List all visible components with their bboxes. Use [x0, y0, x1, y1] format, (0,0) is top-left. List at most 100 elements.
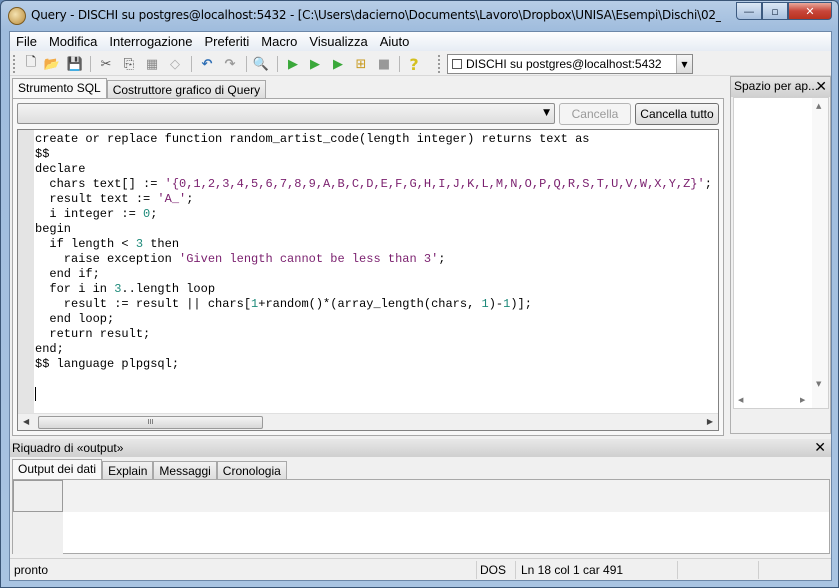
chevron-down-icon[interactable]: ▼ — [676, 55, 692, 73]
menu-interrogazione[interactable]: Interrogazione — [103, 32, 198, 51]
status-divider — [758, 561, 759, 579]
toolbar: 🗋 📂 💾 ✂ ⎘ ▦ ◇ ↶ ↷ 🔍 ▶ ▶ ▶ ⊞ ■ ? DISCHI s — [10, 52, 831, 76]
data-output-grid[interactable] — [12, 479, 830, 554]
status-bar: pronto DOS Ln 18 col 1 car 491 — [10, 558, 831, 580]
scrollbar-thumb[interactable]: III — [38, 416, 263, 429]
scratch-pad-textarea[interactable]: ▲ ▼ ◀ ▶ — [733, 97, 829, 409]
code-line: raise exception 'Given length cannot be … — [35, 252, 712, 267]
code-token: chars text[] := — [35, 177, 165, 191]
scroll-down-icon[interactable]: ▼ — [816, 380, 821, 388]
explain-icon[interactable]: ⊞ — [352, 55, 370, 73]
tab-messages[interactable]: Messaggi — [153, 461, 217, 480]
status-divider — [677, 561, 678, 579]
tab-history[interactable]: Cronologia — [216, 461, 287, 480]
toolbar-separator — [191, 56, 192, 72]
delete-all-history-button[interactable]: Cancella tutto — [635, 103, 719, 125]
menu-visualizza[interactable]: Visualizza — [303, 32, 373, 51]
code-line — [35, 387, 712, 402]
close-icon[interactable]: ✕ — [814, 439, 826, 456]
code-token: for i in — [35, 282, 115, 296]
connection-select[interactable]: DISCHI su postgres@localhost:5432 ▼ — [447, 54, 693, 74]
query-history-select[interactable]: ▼ — [17, 103, 555, 124]
code-line: $$ — [35, 147, 712, 162]
copy-icon[interactable]: ⎘ — [120, 55, 138, 73]
code-token: $$ — [35, 147, 50, 161]
vertical-scrollbar[interactable]: ▲ ▼ — [812, 98, 828, 408]
code-line: for i in 3..length loop — [35, 282, 712, 297]
scroll-up-icon[interactable]: ▲ — [816, 102, 821, 110]
tab-data-output[interactable]: Output dei dati — [12, 459, 103, 480]
scratch-pad-panel: Spazio per ap... ✕ ▲ ▼ ◀ ▶ — [730, 76, 831, 434]
scroll-right-icon[interactable]: ▶ — [707, 417, 713, 426]
tab-explain[interactable]: Explain — [102, 461, 154, 480]
code-line: i integer := 0; — [35, 207, 712, 222]
toolbar-grip[interactable] — [13, 55, 16, 73]
menu-macro[interactable]: Macro — [255, 32, 303, 51]
undo-icon[interactable]: ↶ — [198, 55, 216, 73]
open-folder-icon[interactable]: 📂 — [43, 55, 61, 73]
horizontal-scrollbar[interactable]: ◀ III ▶ — [18, 413, 718, 430]
sql-code[interactable]: create or replace function random_artist… — [35, 132, 712, 402]
tab-sql-editor[interactable]: Strumento SQL — [12, 78, 107, 99]
toolbar-grip[interactable] — [438, 55, 441, 73]
code-token: return result; — [35, 327, 151, 341]
toolbar-separator — [90, 56, 91, 72]
code-line: end loop; — [35, 312, 712, 327]
tab-graphical-query-builder[interactable]: Costruttore grafico di Query — [106, 80, 267, 99]
maximize-button[interactable]: ▫ — [762, 2, 788, 20]
clear-icon[interactable]: ◇ — [166, 55, 184, 73]
menu-modifica[interactable]: Modifica — [43, 32, 103, 51]
sql-code-editor[interactable]: create or replace function random_artist… — [17, 129, 719, 431]
code-token: ; — [438, 252, 446, 266]
paste-icon[interactable]: ▦ — [143, 55, 161, 73]
close-icon[interactable]: ✕ — [815, 78, 827, 95]
status-divider — [476, 561, 477, 579]
cut-icon[interactable]: ✂ — [97, 55, 115, 73]
window-title: Query - DISCHI su postgres@localhost:543… — [31, 8, 721, 22]
editor-gutter — [18, 130, 34, 413]
output-pane-header: Riquadro di «output» ✕ — [10, 439, 831, 457]
execute-pgscript-icon[interactable]: ▶ — [306, 55, 324, 73]
chevron-down-icon: ▼ — [543, 108, 550, 118]
code-line: end if; — [35, 267, 712, 282]
scroll-left-icon[interactable]: ◀ — [23, 417, 29, 426]
output-pane-title: Riquadro di «output» — [12, 441, 124, 455]
menu-aiuto[interactable]: Aiuto — [374, 32, 416, 51]
close-window-button[interactable]: ✕ — [788, 2, 832, 20]
find-icon[interactable]: 🔍 — [252, 55, 270, 73]
code-token: create or replace function random_artist… — [35, 132, 590, 146]
code-token: ; — [704, 177, 712, 191]
status-divider — [515, 561, 516, 579]
save-icon[interactable]: 💾 — [66, 55, 84, 73]
code-token: declare — [35, 162, 86, 176]
code-string: 'A_' — [157, 192, 187, 206]
menu-preferiti[interactable]: Preferiti — [199, 32, 256, 51]
new-file-icon[interactable]: 🗋 — [22, 55, 40, 73]
toolbar-separator — [246, 56, 247, 72]
query-window: Query - DISCHI su postgres@localhost:543… — [0, 0, 839, 588]
help-icon[interactable]: ? — [405, 55, 423, 74]
app-icon — [8, 7, 26, 25]
execute-to-file-icon[interactable]: ▶ — [329, 55, 347, 73]
delete-history-button[interactable]: Cancella — [559, 103, 631, 125]
code-string: '{0,1,2,3,4,5,6,7,8,9,A,B,C,D,E,F,G,H,I,… — [164, 177, 705, 191]
text-caret — [35, 387, 36, 401]
code-line: return result; — [35, 327, 712, 342]
code-token: i integer := — [35, 207, 144, 221]
title-bar: Query - DISCHI su postgres@localhost:543… — [1, 1, 838, 31]
code-token: result := result || chars[ — [35, 297, 252, 311]
sql-editor-pane: Strumento SQL Costruttore grafico di Que… — [12, 78, 724, 436]
stop-icon[interactable]: ■ — [375, 55, 393, 73]
grid-corner-cell[interactable] — [13, 480, 63, 512]
scroll-right-icon[interactable]: ▶ — [800, 396, 805, 404]
menu-file[interactable]: File — [10, 32, 43, 51]
code-line: result text := 'A_'; — [35, 192, 712, 207]
grid-row-header — [13, 512, 63, 554]
status-encoding: DOS — [480, 563, 507, 577]
scroll-left-icon[interactable]: ◀ — [738, 396, 743, 404]
grid-column-header — [63, 480, 829, 512]
redo-icon[interactable]: ↷ — [221, 55, 239, 73]
minimize-button[interactable]: — — [736, 2, 762, 20]
execute-icon[interactable]: ▶ — [284, 55, 302, 73]
